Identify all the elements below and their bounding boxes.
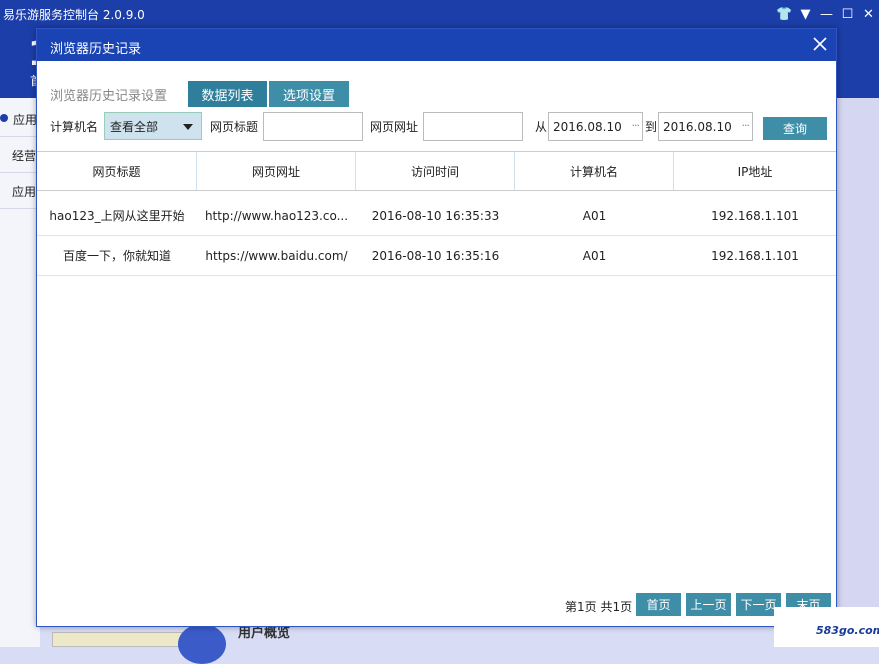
- computer-name-label: 计算机名: [50, 120, 99, 134]
- cell-ip-address: 192.168.1.101: [711, 248, 799, 263]
- cell-page-url: http://www.hao123.co...: [204, 208, 349, 223]
- cell-visit-time: 2016-08-10 16:35:33: [371, 208, 500, 223]
- first-page-button[interactable]: 首页: [636, 593, 681, 616]
- maximize-icon[interactable]: ☐: [837, 3, 858, 25]
- settings-label: 浏览器历史记录设置: [50, 89, 168, 104]
- watermark: 583go.com: [774, 607, 879, 647]
- page-url-input[interactable]: [423, 112, 523, 141]
- close-window-icon[interactable]: ✕: [858, 3, 879, 25]
- watermark-text: 583go.com: [816, 624, 879, 637]
- sidebar-item-business[interactable]: 经营: [0, 136, 40, 173]
- calendar-icon[interactable]: ···: [742, 119, 750, 132]
- cell-visit-time: 2016-08-10 16:35:16: [371, 248, 500, 263]
- cell-computer-name: A01: [582, 208, 607, 223]
- sidebar-item-label: 经营: [12, 149, 37, 163]
- prev-page-button[interactable]: 上一页: [686, 593, 731, 616]
- background-panel: [838, 98, 879, 647]
- to-date-picker[interactable]: 2016.08.10 ···: [658, 112, 753, 141]
- table-row[interactable]: 百度一下，你就知道 https://www.baidu.com/ 2016-08…: [37, 236, 836, 276]
- tab-data-list[interactable]: 数据列表: [188, 81, 267, 107]
- menu-dropdown-icon[interactable]: ▼: [795, 3, 816, 25]
- cell-computer-name: A01: [582, 248, 607, 263]
- cell-page-title: 百度一下，你就知道: [62, 249, 171, 263]
- column-header-computer-name[interactable]: 计算机名: [515, 152, 674, 190]
- computer-name-value: 查看全部: [110, 119, 159, 134]
- page-url-label: 网页网址: [370, 120, 419, 134]
- computer-name-select[interactable]: 查看全部: [104, 112, 202, 140]
- app-titlebar: 易乐游服务控制台 2.0.9.0 👕 ▼ — ☐ ✕: [0, 0, 879, 28]
- dialog-titlebar: 浏览器历史记录: [37, 29, 836, 61]
- close-icon[interactable]: [810, 34, 830, 54]
- skin-icon[interactable]: 👕: [774, 3, 795, 25]
- app-sidebar: 应用 经营 应用: [0, 98, 40, 647]
- column-header-ip-address[interactable]: IP地址: [674, 152, 836, 190]
- page-info: 第1页 共1页: [565, 600, 633, 614]
- column-header-visit-time[interactable]: 访问时间: [356, 152, 515, 190]
- table-row[interactable]: hao123_上网从这里开始 http://www.hao123.co... 2…: [37, 196, 836, 236]
- table-header: 网页标题 网页网址 访问时间 计算机名 IP地址: [37, 151, 836, 191]
- from-date-picker[interactable]: 2016.08.10 ···: [548, 112, 643, 141]
- from-label: 从: [535, 120, 548, 134]
- user-overview-icon: [178, 624, 226, 664]
- active-dot-icon: [0, 114, 8, 122]
- sidebar-item-label: 应用: [13, 113, 38, 127]
- browser-history-dialog: 浏览器历史记录 浏览器历史记录设置 数据列表 选项设置 计算机名 查看全部 网页…: [36, 28, 837, 627]
- dialog-title: 浏览器历史记录: [50, 42, 142, 57]
- column-header-page-title[interactable]: 网页标题: [37, 152, 197, 190]
- sidebar-item-apps[interactable]: 应用: [0, 100, 40, 137]
- tab-options[interactable]: 选项设置: [269, 81, 349, 107]
- cell-ip-address: 192.168.1.101: [711, 208, 799, 223]
- to-date-value: 2016.08.10: [663, 119, 732, 134]
- page-title-label: 网页标题: [210, 120, 259, 134]
- column-header-page-url[interactable]: 网页网址: [197, 152, 356, 190]
- chevron-down-icon: [183, 124, 193, 130]
- to-label: 到: [645, 120, 658, 134]
- minimize-icon[interactable]: —: [816, 3, 837, 25]
- cell-page-title: hao123_上网从这里开始: [49, 209, 185, 223]
- query-button[interactable]: 查询: [763, 117, 827, 140]
- app-title: 易乐游服务控制台 2.0.9.0: [3, 8, 145, 22]
- from-date-value: 2016.08.10: [553, 119, 622, 134]
- cell-page-url: https://www.baidu.com/: [205, 248, 348, 263]
- calendar-icon[interactable]: ···: [632, 119, 640, 132]
- page-title-input[interactable]: [263, 112, 363, 141]
- sidebar-item-apps-2[interactable]: 应用: [0, 172, 40, 209]
- window-controls: 👕 ▼ — ☐ ✕: [774, 0, 879, 28]
- sidebar-item-label: 应用: [12, 185, 37, 199]
